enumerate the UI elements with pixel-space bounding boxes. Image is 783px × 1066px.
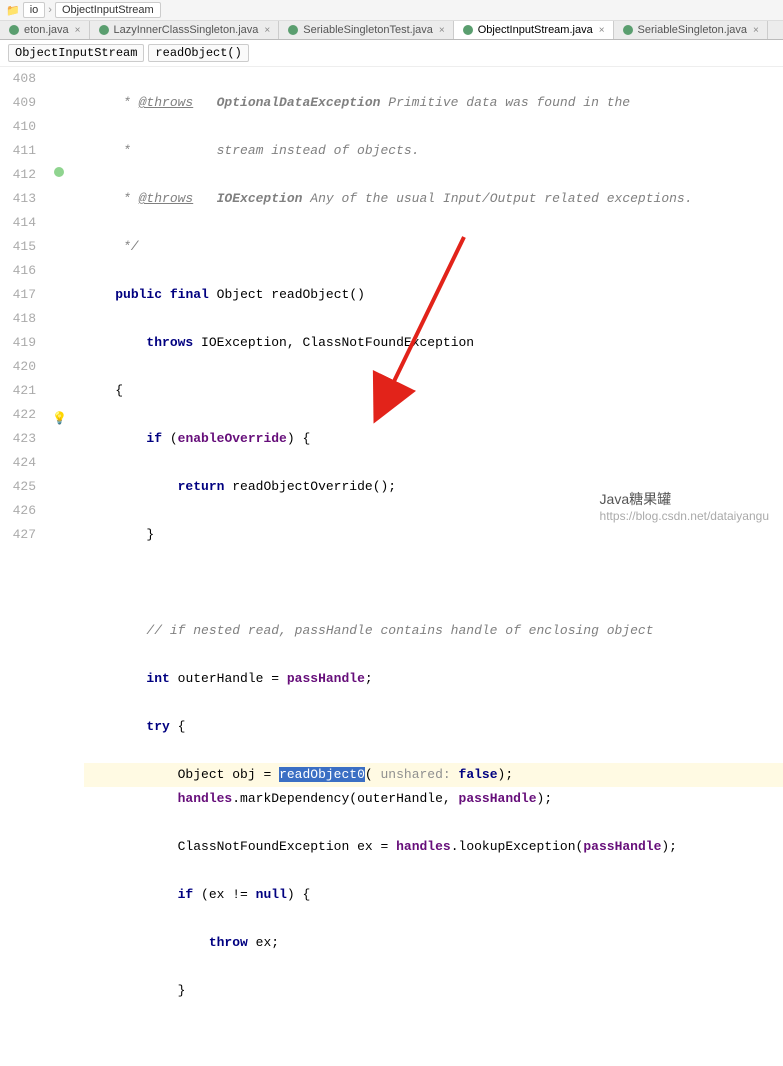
marker-gutter: 💡 [48,67,84,530]
chevron-right-icon: › [48,4,52,16]
code-area[interactable]: * @throws OptionalDataException Primitiv… [84,67,783,530]
line-number: 412 [0,163,36,187]
line-number: 423 [0,427,36,451]
tab-seriablesingleton[interactable]: SeriableSingleton.java × [614,21,768,39]
java-file-icon [622,24,634,36]
line-number: 419 [0,331,36,355]
method-marker-icon[interactable] [54,167,64,177]
nav-class[interactable]: ObjectInputStream [8,44,144,62]
line-number: 411 [0,139,36,163]
line-number: 426 [0,499,36,523]
nav-method[interactable]: readObject() [148,44,248,62]
breadcrumb-package[interactable]: io [23,2,46,18]
line-number: 421 [0,379,36,403]
tab-seriabletest[interactable]: SeriableSingletonTest.java × [279,21,453,39]
line-number: 409 [0,91,36,115]
breadcrumb-class[interactable]: ObjectInputStream [55,2,161,18]
line-number: 418 [0,307,36,331]
tab-label: ObjectInputStream.java [478,24,593,36]
line-number: 408 [0,67,36,91]
line-number: 417 [0,283,36,307]
close-icon[interactable]: × [439,25,445,36]
selected-text: readObject0 [279,767,365,782]
folder-icon: 📁 [6,4,20,17]
code-editor[interactable]: 408 409 410 411 412 413 414 415 416 417 … [0,67,783,530]
tab-eton[interactable]: eton.java × [0,21,90,39]
tab-label: eton.java [24,24,69,36]
line-number: 427 [0,523,36,547]
line-number: 415 [0,235,36,259]
line-number: 420 [0,355,36,379]
line-number: 414 [0,211,36,235]
close-icon[interactable]: × [75,25,81,36]
editor-tabs: eton.java × LazyInnerClassSingleton.java ×… [0,21,783,40]
line-number: 422 [0,403,36,427]
line-number: 425 [0,475,36,499]
java-file-icon [462,24,474,36]
tab-label: SeriableSingletonTest.java [303,24,433,36]
member-nav: ObjectInputStream readObject() [0,40,783,67]
line-number: 416 [0,259,36,283]
tab-label: SeriableSingleton.java [638,24,747,36]
close-icon[interactable]: × [753,25,759,36]
java-file-icon [98,24,110,36]
tab-label: LazyInnerClassSingleton.java [114,24,259,36]
line-number: 410 [0,115,36,139]
lightbulb-icon[interactable]: 💡 [52,407,62,417]
line-number-gutter: 408 409 410 411 412 413 414 415 416 417 … [0,67,48,530]
line-number: 413 [0,187,36,211]
line-number: 424 [0,451,36,475]
tab-objectinputstream[interactable]: ObjectInputStream.java × [454,21,614,39]
close-icon[interactable]: × [599,25,605,36]
close-icon[interactable]: × [264,25,270,36]
java-file-icon [287,24,299,36]
java-file-icon [8,24,20,36]
breadcrumb: 📁 io › ObjectInputStream [0,0,783,21]
tab-lazyinner[interactable]: LazyInnerClassSingleton.java × [90,21,280,39]
